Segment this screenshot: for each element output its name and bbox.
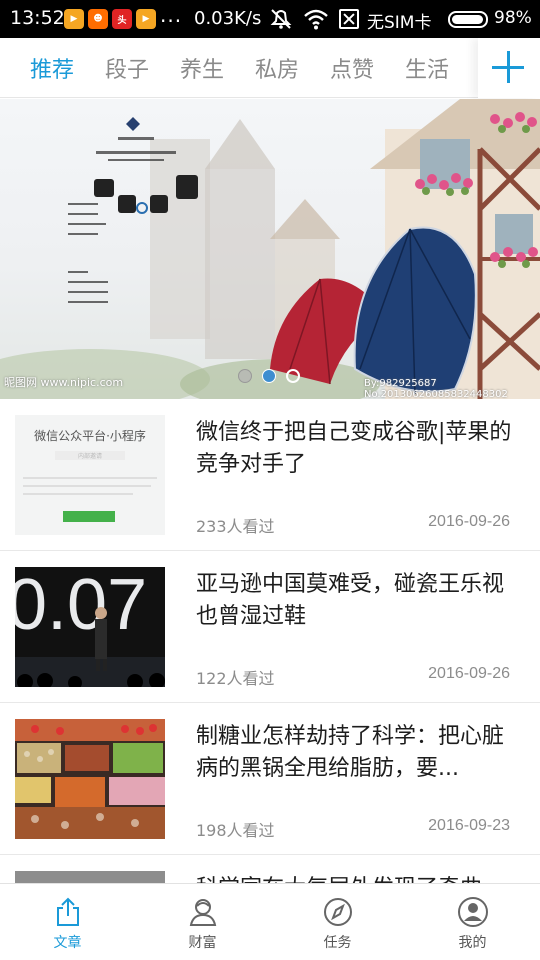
nav-profile[interactable]: 我的 xyxy=(405,884,540,960)
thumb-big-number: 0.07 xyxy=(15,567,147,645)
article-item[interactable]: 0.07 亚马逊中国莫难受，碰瓷王乐视也曾湿过鞋 122人看过 2016-09-… xyxy=(0,551,540,703)
banner-carousel[interactable]: 昵图网 www.nipic.com By:982925687 No.201306… xyxy=(0,99,540,399)
notification-app-icons: ▶ ☻ 头 ▶ xyxy=(64,9,156,29)
article-item[interactable]: 微信公众平台·小程序 内部邀请 微信终于把自己变成谷歌|苹果的竞争对手了 233… xyxy=(0,399,540,551)
carousel-dot-1[interactable] xyxy=(238,369,252,383)
video-app-icon: ▶ xyxy=(64,9,84,29)
carousel-dot-2[interactable] xyxy=(262,369,276,383)
headline-app-icon: 头 xyxy=(112,9,132,29)
article-thumbnail xyxy=(15,719,165,839)
article-views: 198人看过 xyxy=(196,821,275,840)
category-tab-bar: 推荐 段子 养生 私房 点赞 生活 xyxy=(0,38,540,98)
no-sim-icon xyxy=(339,9,359,29)
article-views: 233人看过 xyxy=(196,517,275,536)
thumb-heading: 微信公众平台·小程序 xyxy=(34,429,146,443)
nav-articles[interactable]: 文章 xyxy=(0,884,135,960)
profile-icon xyxy=(458,897,488,927)
carousel-indicator[interactable] xyxy=(238,369,300,383)
nav-label: 财富 xyxy=(188,935,217,951)
nav-label: 任务 xyxy=(323,935,352,951)
tab-likes[interactable]: 点赞 xyxy=(330,52,374,84)
banner-watermark-left: 昵图网 www.nipic.com xyxy=(4,376,124,389)
article-title: 微信终于把自己变成谷歌|苹果的竞争对手了 xyxy=(196,420,512,477)
add-tab-button[interactable] xyxy=(478,38,540,98)
mute-icon xyxy=(270,9,292,29)
banner-image xyxy=(0,99,540,399)
stage-photo: 0.07 xyxy=(15,567,165,687)
network-speed: 0.03K/s xyxy=(194,8,262,29)
tab-life[interactable]: 生活 xyxy=(405,52,449,84)
thumb-subheading: 内部邀请 xyxy=(55,451,125,460)
battery-icon xyxy=(448,11,488,28)
article-date: 2016-09-26 xyxy=(428,513,510,530)
article-item[interactable]: 制糖业怎样劫持了科学：把心脏病的黑锅全甩给脂肪，要... 198人看过 2016… xyxy=(0,703,540,855)
article-thumbnail: 微信公众平台·小程序 内部邀请 xyxy=(15,415,165,535)
tab-recommend[interactable]: 推荐 xyxy=(30,52,74,84)
compass-task-icon xyxy=(324,898,352,926)
nav-label: 我的 xyxy=(458,935,487,951)
bottom-navigation: 文章 财富 任务 我的 xyxy=(0,883,540,960)
thumb-text-line xyxy=(23,485,151,487)
tab-health[interactable]: 养生 xyxy=(180,52,224,84)
tab-private[interactable]: 私房 xyxy=(255,52,299,84)
article-title: 亚马逊中国莫难受，碰瓷王乐视也曾湿过鞋 xyxy=(196,572,505,629)
status-bar: 13:52 ▶ ☻ 头 ▶ ... 0.03K/s 无SIM卡 98% xyxy=(0,0,540,38)
thumb-text-line xyxy=(23,477,157,479)
status-time: 13:52 xyxy=(10,7,65,29)
nav-wealth[interactable]: 财富 xyxy=(135,884,270,960)
candy-market-photo xyxy=(15,719,165,839)
nav-label: 文章 xyxy=(53,935,82,951)
carousel-dot-3[interactable] xyxy=(286,369,300,383)
thumb-button xyxy=(63,511,115,522)
tab-jokes[interactable]: 段子 xyxy=(105,52,149,84)
article-thumbnail: 0.07 xyxy=(15,567,165,687)
banner-watermark-right: By:982925687 No.20130626085832448302 xyxy=(364,378,508,399)
article-date: 2016-09-23 xyxy=(428,817,510,834)
nav-tasks[interactable]: 任务 xyxy=(270,884,405,960)
cat-app-icon: ☻ xyxy=(88,9,108,29)
video-app-icon-2: ▶ xyxy=(136,9,156,29)
battery-level xyxy=(452,15,484,24)
thumb-text-line xyxy=(23,493,133,495)
user-wealth-icon xyxy=(189,899,217,926)
article-title: 制糖业怎样劫持了科学：把心脏病的黑锅全甩给脂肪，要... xyxy=(196,724,505,781)
wifi-icon xyxy=(304,9,328,30)
sim-status: 无SIM卡 xyxy=(367,13,432,33)
share-upload-icon xyxy=(57,897,79,926)
battery-percent: 98% xyxy=(494,8,532,28)
article-date: 2016-09-26 xyxy=(428,665,510,682)
status-overflow-dots: ... xyxy=(160,3,183,27)
article-views: 122人看过 xyxy=(196,669,275,688)
